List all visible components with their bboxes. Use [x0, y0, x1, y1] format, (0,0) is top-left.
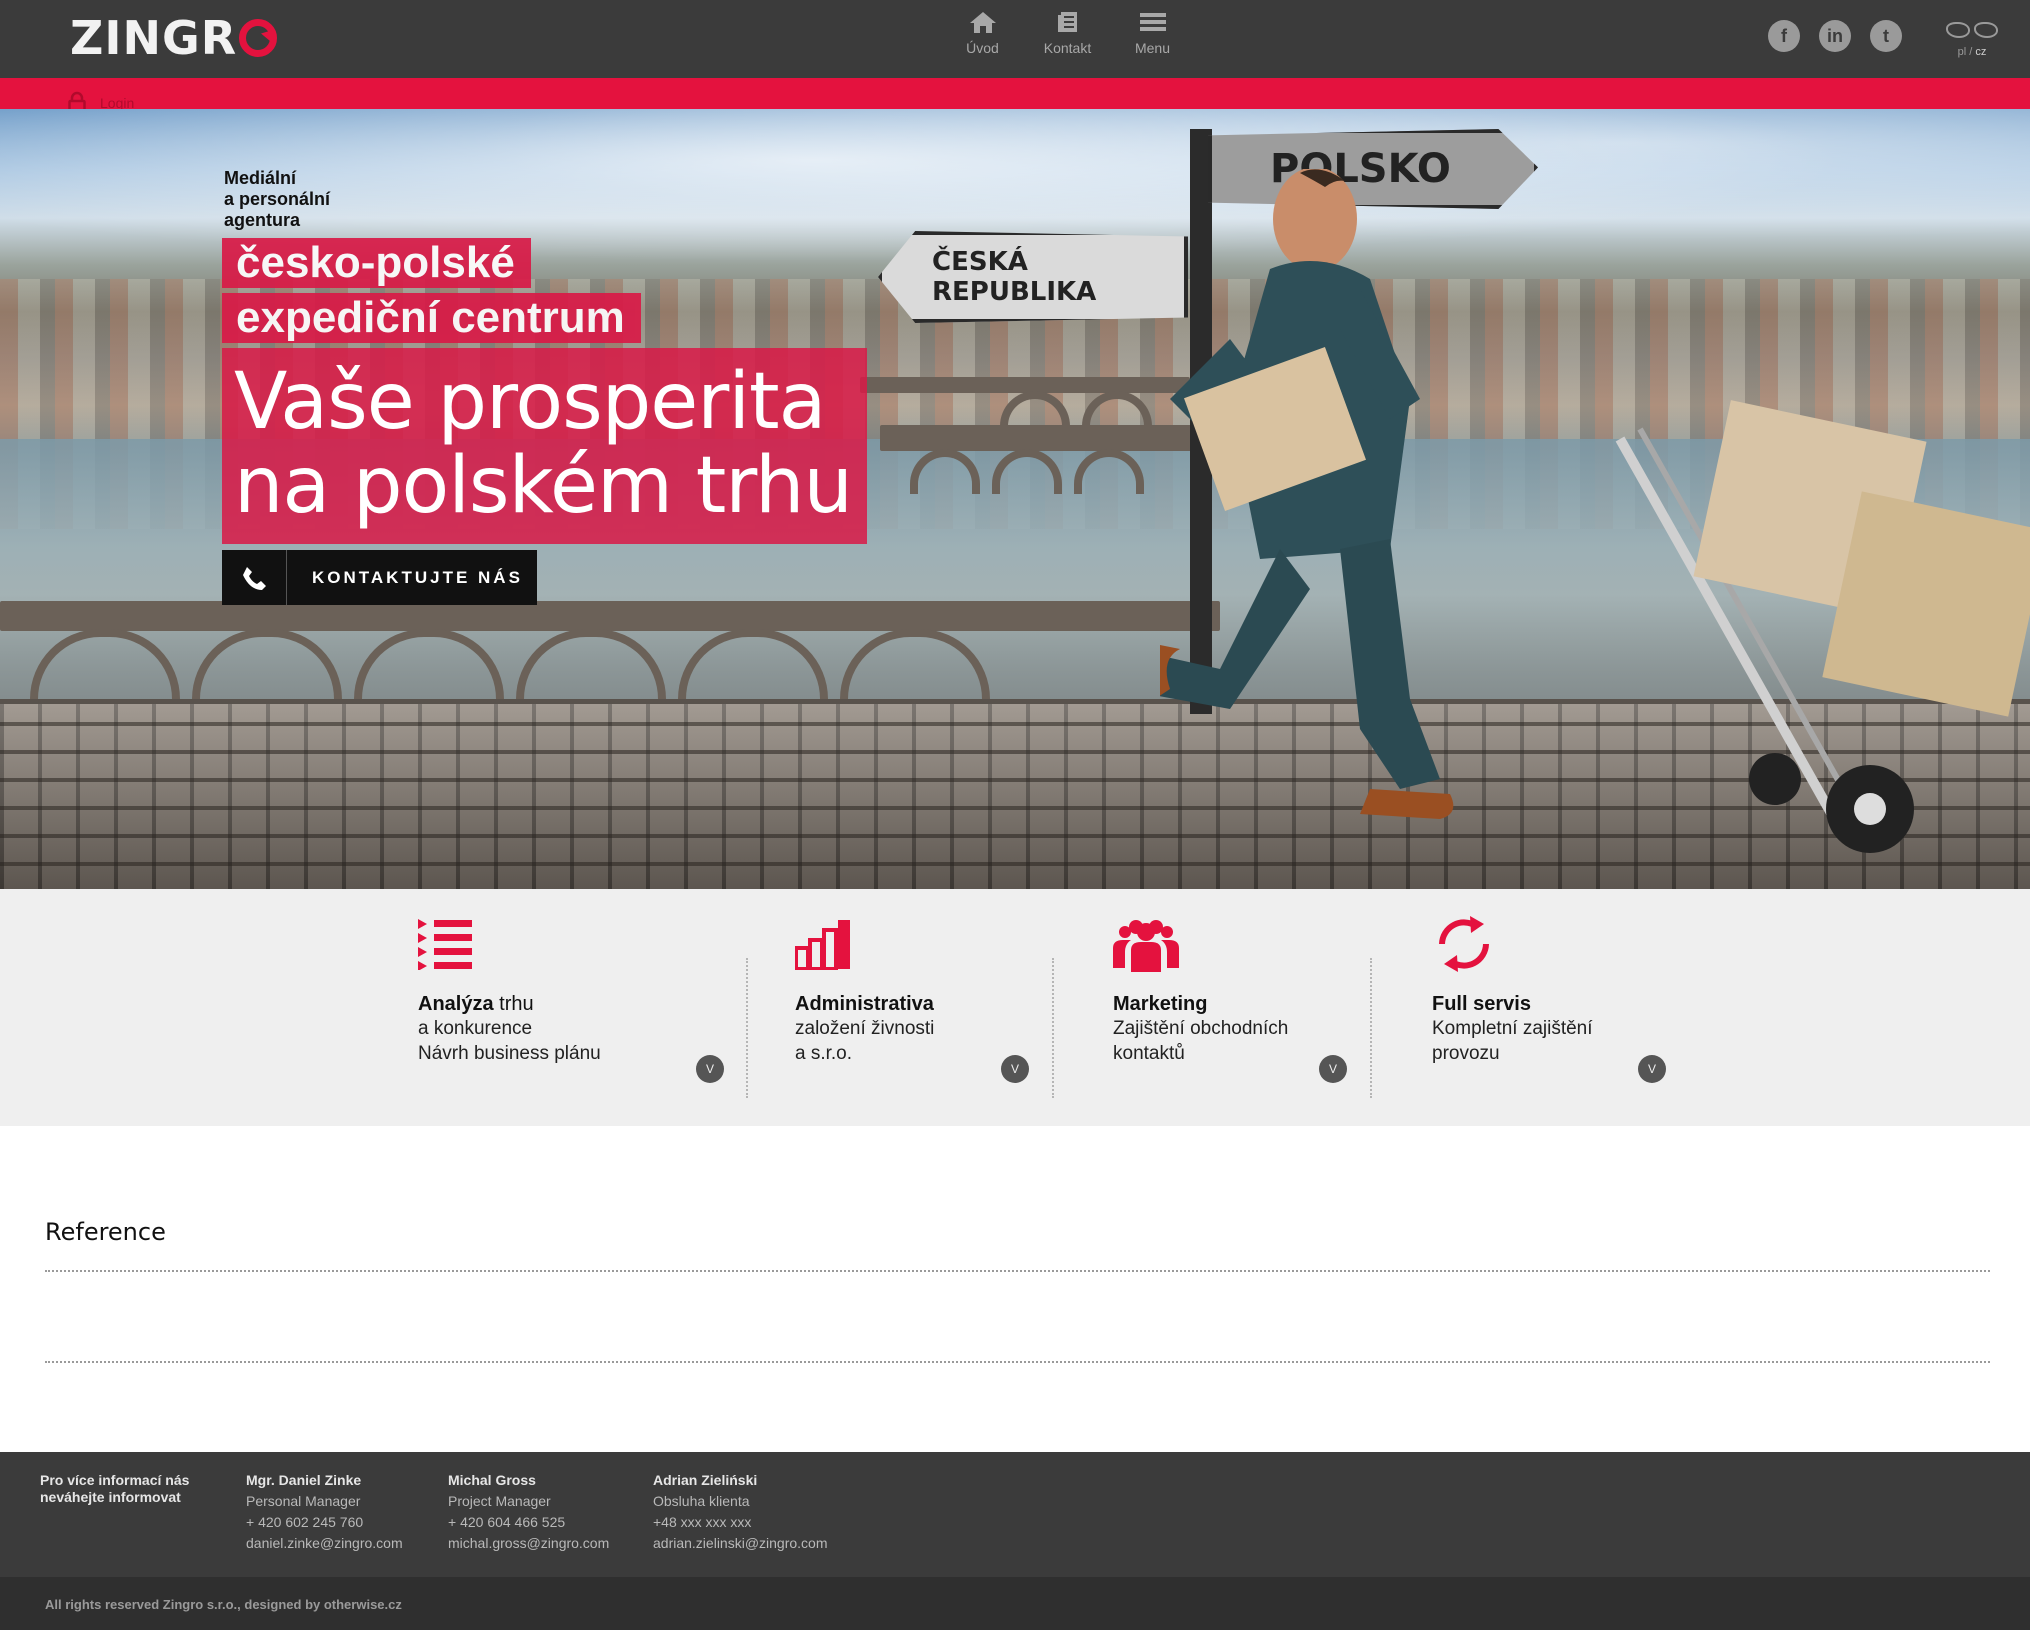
service-card-analyza[interactable]: Analýza trhu a konkurence Návrh business… — [418, 918, 724, 1098]
service-line-2: kontaktů — [1113, 1043, 1185, 1064]
bridge-lower — [0, 601, 1220, 631]
expand-chevron-icon[interactable]: V — [1638, 1055, 1666, 1083]
top-bar: ZINGR Úvod Kontakt Menu f in t pl / cz — [0, 0, 2030, 78]
nav-item-kontakt[interactable]: Kontakt — [1025, 10, 1110, 70]
bridge-arches-middle — [910, 449, 1156, 494]
nav-label: Úvod — [966, 40, 999, 56]
list-icon — [418, 918, 718, 978]
footer-intro-line-2: neváhejte informovat — [40, 1489, 181, 1505]
service-title: Marketing — [1113, 993, 1208, 1015]
hand-truck-boxes-image — [1615, 400, 2030, 853]
delivery-man-image — [1160, 169, 1454, 819]
hero-headline-2: expediční centrum — [222, 293, 641, 343]
service-line-2: Návrh business plánu — [418, 1043, 601, 1064]
site-logo[interactable]: ZINGR — [70, 8, 278, 68]
reference-divider-top — [45, 1270, 1990, 1272]
hero-banner: POLSKO ČESKÁ REPUBLIKA Mediální a person… — [0, 109, 2030, 889]
linkedin-icon[interactable]: in — [1819, 20, 1851, 52]
contact-name: Mgr. Daniel Zinke — [246, 1472, 362, 1488]
hero-big-line-1: Vaše prosperita — [234, 357, 826, 447]
nav-item-menu[interactable]: Menu — [1110, 10, 1195, 70]
footer-contact-zinke: Mgr. Daniel Zinke Personal Manager + 420… — [246, 1470, 403, 1554]
poland-map-icon[interactable] — [1946, 22, 1970, 38]
reference-heading: Reference — [45, 1218, 166, 1246]
service-title: Full servis — [1432, 993, 1531, 1015]
hamburger-icon — [1139, 13, 1166, 31]
service-title: Administrativa — [795, 993, 934, 1015]
expand-chevron-icon[interactable]: V — [1319, 1055, 1347, 1083]
contact-name: Adrian Zieliński — [653, 1472, 758, 1488]
service-line-2: a s.r.o. — [795, 1043, 853, 1064]
service-line-1: Kompletní zajištění — [1432, 1018, 1593, 1039]
copyright-text: All rights reserved Zingro s.r.o., desig… — [45, 1597, 402, 1612]
contact-us-label: KONTAKTUJTE NÁS — [312, 567, 523, 587]
contact-role: Obsluha klienta — [653, 1493, 750, 1509]
main-nav: Úvod Kontakt Menu — [940, 10, 1195, 70]
home-icon — [969, 12, 996, 33]
service-card-marketing[interactable]: Marketing Zajištění obchodních kontaktů … — [1113, 918, 1413, 1098]
contact-phone[interactable]: + 420 602 245 760 — [246, 1512, 403, 1533]
footer-intro-line-1: Pro více informací nás — [40, 1472, 190, 1488]
hero-big-line-2: na polském trhu — [234, 441, 853, 531]
contact-role: Personal Manager — [246, 1493, 361, 1509]
accent-bar — [0, 78, 2030, 109]
lang-separator: / — [1969, 46, 1973, 58]
language-switcher: pl / cz — [1940, 22, 2004, 58]
footer-contact-zielinski: Adrian Zieliński Obsluha klienta +48 xxx… — [653, 1470, 828, 1554]
contact-email[interactable]: michal.gross@zingro.com — [448, 1533, 609, 1554]
sign-cz-text: ČESKÁ REPUBLIKA — [932, 247, 1097, 307]
contact-phone[interactable]: +48 xxx xxx xxx — [653, 1512, 828, 1533]
service-card-full-servis[interactable]: Full servis Kompletní zajištění provozu … — [1432, 910, 1732, 1090]
hero-big-headline: Vaše prosperita na polském trhu — [222, 348, 867, 544]
service-card-administrativa[interactable]: Administrativa založení živnosti a s.r.o… — [794, 918, 1095, 1098]
footer-contact-gross: Michal Gross Project Manager + 420 604 4… — [448, 1470, 609, 1554]
contact-us-button[interactable]: KONTAKTUJTE NÁS — [222, 550, 537, 605]
document-icon — [1057, 12, 1077, 32]
nav-label: Kontakt — [1043, 40, 1092, 56]
contact-phone[interactable]: + 420 604 466 525 — [448, 1512, 609, 1533]
service-line-1: založení živnosti — [795, 1018, 935, 1039]
sign-ceska-republika: ČESKÁ REPUBLIKA — [878, 231, 1188, 323]
lang-cz[interactable]: cz — [1975, 46, 1986, 58]
service-line-1: a konkurence — [418, 1018, 533, 1039]
contact-email[interactable]: daniel.zinke@zingro.com — [246, 1533, 403, 1554]
logo-ring-icon — [239, 19, 278, 57]
bar-chart-icon — [794, 918, 1095, 978]
phone-icon — [222, 550, 287, 605]
reference-divider-bottom — [45, 1361, 1990, 1363]
lang-pl[interactable]: pl — [1958, 46, 1967, 58]
footer-intro: Pro více informací nás neváhejte informo… — [40, 1472, 189, 1506]
nav-label: Menu — [1134, 40, 1171, 56]
expand-chevron-icon[interactable]: V — [696, 1055, 724, 1083]
service-divider — [746, 958, 748, 1098]
service-line-2: provozu — [1432, 1043, 1500, 1064]
expand-chevron-icon[interactable]: V — [1001, 1055, 1029, 1083]
twitter-icon[interactable]: t — [1870, 20, 1902, 52]
contact-email[interactable]: adrian.zielinski@zingro.com — [653, 1533, 828, 1554]
people-icon — [1113, 918, 1413, 978]
service-line-1: Zajištění obchodních — [1113, 1018, 1289, 1039]
nav-item-uvod[interactable]: Úvod — [940, 10, 1025, 70]
social-links: f in t — [1768, 20, 1902, 52]
contact-role: Project Manager — [448, 1493, 551, 1509]
contact-name: Michal Gross — [448, 1472, 536, 1488]
bridge-arches-lower — [30, 629, 1002, 699]
hero-tagline: Mediální a personální agentura — [224, 168, 331, 230]
hero-headline-1: česko-polské — [222, 238, 531, 288]
refresh-icon — [1432, 910, 1732, 978]
facebook-icon[interactable]: f — [1768, 20, 1800, 52]
logo-text: ZINGR — [70, 11, 238, 65]
service-title: Analýza trhu — [418, 993, 534, 1015]
czech-map-icon[interactable] — [1974, 22, 1998, 38]
